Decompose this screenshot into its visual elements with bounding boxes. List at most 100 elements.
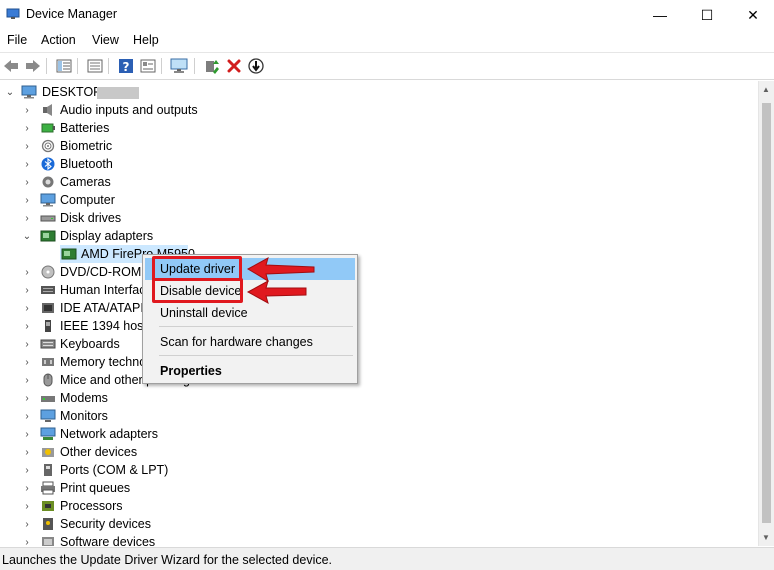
category-label: Modems xyxy=(60,391,108,405)
update-driver-button[interactable] xyxy=(203,57,221,75)
vertical-scrollbar[interactable]: ▲ ▼ xyxy=(758,81,774,546)
expand-chevron-icon[interactable]: › xyxy=(21,337,33,351)
category-item[interactable]: › Ports (COM & LPT) xyxy=(0,461,758,479)
expand-chevron-icon[interactable]: › xyxy=(21,211,33,225)
category-label: Software devices xyxy=(60,535,156,546)
category-item[interactable]: ›Mice and other pointing devices xyxy=(0,371,758,389)
expand-chevron-icon[interactable]: › xyxy=(21,193,33,207)
expand-chevron-icon[interactable]: › xyxy=(21,517,33,531)
expand-chevron-icon[interactable]: › xyxy=(21,121,33,135)
category-item[interactable]: › Monitors xyxy=(0,407,758,425)
forward-button[interactable] xyxy=(24,57,42,75)
expand-chevron-icon[interactable]: › xyxy=(21,427,33,441)
toolbar-separator xyxy=(108,58,109,74)
expand-chevron-icon[interactable]: › xyxy=(21,265,33,279)
menu-properties[interactable]: Properties xyxy=(145,360,355,382)
expand-chevron-icon[interactable]: › xyxy=(21,373,33,387)
expand-chevron-icon[interactable]: › xyxy=(21,391,33,405)
red-arrow-icon xyxy=(246,256,315,283)
scroll-thumb[interactable] xyxy=(762,103,771,523)
collapse-chevron-icon[interactable]: ⌄ xyxy=(21,229,33,243)
category-item[interactable]: › Biometric xyxy=(0,137,758,155)
category-label: Display adapters xyxy=(60,229,154,243)
disable-device-button[interactable] xyxy=(247,57,265,75)
minimize-button[interactable]: — xyxy=(637,0,683,30)
expand-chevron-icon[interactable]: › xyxy=(21,103,33,117)
category-item[interactable]: › Disk drives xyxy=(0,209,758,227)
category-item[interactable]: ⌄ Display adapters xyxy=(0,227,758,245)
category-item[interactable]: › Print queues xyxy=(0,479,758,497)
scroll-down-arrow-icon[interactable]: ▼ xyxy=(762,533,770,542)
category-label: Monitors xyxy=(60,409,108,423)
expand-chevron-icon[interactable]: › xyxy=(21,481,33,495)
scan-hardware-button[interactable] xyxy=(170,57,188,75)
expand-chevron-icon[interactable]: › xyxy=(21,283,33,297)
category-item[interactable]: › Batteries xyxy=(0,119,758,137)
category-item[interactable]: › Cameras xyxy=(0,173,758,191)
speaker-icon xyxy=(43,104,52,116)
expand-chevron-icon[interactable]: › xyxy=(21,301,33,315)
show-hide-console-tree-button[interactable] xyxy=(55,57,73,75)
toolbar-separator xyxy=(194,58,195,74)
category-item[interactable]: › IEEE 1394 host controllers xyxy=(0,317,758,335)
category-item[interactable]: › Computer xyxy=(0,191,758,209)
category-label: Computer xyxy=(60,193,115,207)
category-item[interactable]: › Software devices xyxy=(0,533,758,546)
maximize-button[interactable]: ☐ xyxy=(684,0,730,30)
menu-action[interactable]: Action xyxy=(41,33,76,47)
collapse-chevron-icon[interactable]: ⌄ xyxy=(4,85,16,99)
forward-icon xyxy=(26,60,40,72)
toolbar: ? xyxy=(0,52,774,80)
category-item[interactable]: › IDE ATA/ATAPI controllers xyxy=(0,299,758,317)
expand-chevron-icon[interactable]: › xyxy=(21,139,33,153)
expand-chevron-icon[interactable]: › xyxy=(21,319,33,333)
back-button[interactable] xyxy=(2,57,20,75)
uninstall-button[interactable] xyxy=(225,57,243,75)
expand-chevron-icon[interactable]: › xyxy=(21,463,33,477)
menu-view[interactable]: View xyxy=(92,33,119,47)
expand-chevron-icon[interactable]: › xyxy=(21,355,33,369)
network-adapter-icon xyxy=(40,427,56,440)
expand-chevron-icon[interactable]: › xyxy=(21,157,33,171)
category-item[interactable]: › Security devices xyxy=(0,515,758,533)
annotation-box-disable-device xyxy=(152,278,243,303)
category-item[interactable]: › Human Interface Devices xyxy=(0,281,758,299)
mouse-icon xyxy=(43,373,53,387)
ieee1394-icon xyxy=(45,320,51,332)
tree-root[interactable]: ⌄ DESKTOP- xyxy=(0,83,758,101)
device-tree: ⌄ DESKTOP- › Audio inputs and outputs › Bat… xyxy=(0,81,758,546)
toolbar-separator xyxy=(46,58,47,74)
menu-scan-hardware[interactable]: Scan for hardware changes xyxy=(145,331,355,353)
menu-help[interactable]: Help xyxy=(133,33,159,47)
category-item[interactable]: › Audio inputs and outputs xyxy=(0,101,758,119)
category-item[interactable]: › Processors xyxy=(0,497,758,515)
expand-chevron-icon[interactable]: › xyxy=(21,499,33,513)
category-item[interactable]: › Keyboards xyxy=(0,335,758,353)
properties-button[interactable] xyxy=(86,57,104,75)
category-item[interactable]: › Other devices xyxy=(0,443,758,461)
uninstall-device-label: Uninstall device xyxy=(160,306,248,320)
properties-label: Properties xyxy=(160,364,222,378)
category-item[interactable]: › DVD/CD-ROM drives xyxy=(0,263,758,281)
show-hide-console-tree-icon xyxy=(56,59,72,73)
scan-hardware-label: Scan for hardware changes xyxy=(160,335,313,349)
category-item[interactable]: › Memory technology devices xyxy=(0,353,758,371)
category-item[interactable]: › Network adapters xyxy=(0,425,758,443)
expand-chevron-icon[interactable]: › xyxy=(21,409,33,423)
category-label: Cameras xyxy=(60,175,111,189)
menu-file[interactable]: File xyxy=(7,33,27,47)
menu-separator xyxy=(159,326,353,327)
battery-icon xyxy=(41,123,55,133)
help-button[interactable]: ? xyxy=(117,57,135,75)
keyboard-icon xyxy=(40,339,56,349)
close-button[interactable]: ✕ xyxy=(730,0,774,30)
expand-chevron-icon[interactable]: › xyxy=(21,535,33,547)
close-icon: ✕ xyxy=(747,6,759,23)
device-item[interactable]: AMD FirePro M5950 xyxy=(0,245,758,263)
view-button[interactable] xyxy=(139,57,157,75)
expand-chevron-icon[interactable]: › xyxy=(21,175,33,189)
scroll-up-arrow-icon[interactable]: ▲ xyxy=(762,85,770,94)
category-item[interactable]: › Modems xyxy=(0,389,758,407)
category-item[interactable]: › Bluetooth xyxy=(0,155,758,173)
expand-chevron-icon[interactable]: › xyxy=(21,445,33,459)
